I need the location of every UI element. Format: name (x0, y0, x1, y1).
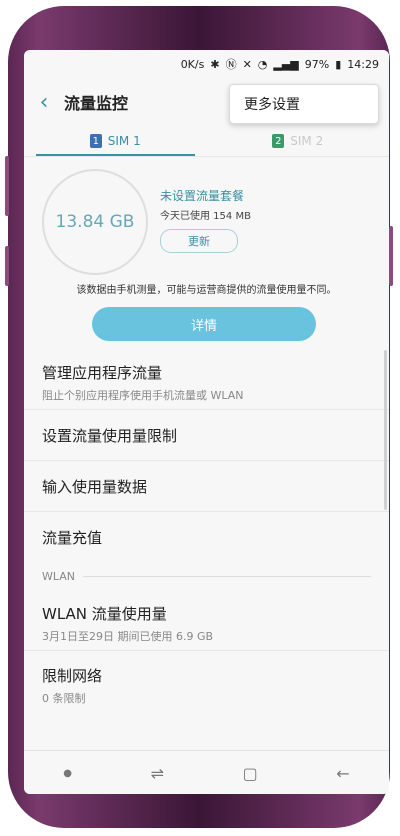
more-settings-menu-item[interactable]: 更多设置 (229, 84, 379, 124)
restrict-network-title: 限制网络 (42, 667, 103, 685)
dot-icon: ● (63, 767, 73, 779)
manage-app-data-sub: 阻止个别应用程序使用手机流量或 WLAN (42, 389, 244, 402)
power-button (389, 226, 393, 286)
nfc-icon: Ⓝ (225, 58, 237, 71)
page-title: 流量监控 (64, 94, 129, 113)
clock: 14:29 (347, 57, 379, 71)
usage-ring: 13.84 GB (42, 169, 148, 275)
wlan-section-header: WLAN (24, 563, 389, 589)
volume-button (5, 156, 9, 216)
recharge-title: 流量充值 (42, 529, 103, 547)
wifi-icon: ◔ (257, 57, 268, 71)
list-item-input-usage[interactable]: 输入使用量数据 (24, 461, 389, 512)
usage-summary: 13.84 GB 未设置流量套餐 今天已使用 154 MB 更新 该数据由手机测… (24, 157, 389, 341)
tab-sim2-label: SIM 2 (290, 134, 324, 148)
list-item-restrict-network[interactable]: 限制网络 0 条限制 (24, 651, 389, 713)
plan-status[interactable]: 未设置流量套餐 (160, 187, 244, 204)
section-divider (83, 575, 371, 577)
input-usage-title: 输入使用量数据 (42, 477, 148, 496)
sim1-badge: 1 (89, 134, 102, 148)
set-limit-title: 设置流量使用量限制 (42, 426, 178, 445)
settings-list: 管理应用程序流量 阻止个别应用程序使用手机流量或 WLAN 设置流量使用量限制 … (24, 348, 389, 713)
recent-apps-icon[interactable]: ⇌ (151, 764, 164, 783)
manage-app-data-title: 管理应用程序流量 (42, 364, 163, 382)
navigation-bar: ● ⇌ ▢ ← (24, 750, 389, 794)
restrict-network-sub: 0 条限制 (42, 692, 86, 705)
usage-value: 13.84 GB (55, 212, 135, 232)
sim2-badge: 2 (272, 134, 285, 148)
battery-icon: ▮ (335, 57, 342, 71)
wlan-usage-title: WLAN 流量使用量 (42, 605, 167, 623)
home-icon[interactable]: ▢ (243, 764, 258, 783)
mute-icon: ✕ (242, 57, 252, 71)
sim-tabs: 1 SIM 1 2 SIM 2 (24, 126, 389, 156)
net-speed: 0K/s (180, 57, 205, 71)
tab-sim1[interactable]: 1 SIM 1 (24, 126, 207, 156)
battery-percent: 97% (304, 57, 330, 71)
wlan-usage-sub: 3月1日至29日 期间已使用 6.9 GB (42, 630, 214, 643)
back-icon[interactable]: ← (336, 764, 349, 783)
status-bar: 0K/s ✱ Ⓝ ✕ ◔ ▂▄▆ 97% ▮ 14:29 (24, 50, 389, 78)
details-button[interactable]: 详情 (92, 307, 316, 341)
back-arrow-icon[interactable]: ‹ (24, 90, 64, 115)
wlan-section-label: WLAN (42, 569, 76, 583)
tab-sim2[interactable]: 2 SIM 2 (207, 126, 390, 156)
refresh-button[interactable]: 更新 (160, 229, 238, 253)
phone-frame: 0K/s ✱ Ⓝ ✕ ◔ ▂▄▆ 97% ▮ 14:29 ‹ 流量监控 更多设置… (5, 6, 393, 828)
bixby-button (5, 246, 9, 286)
list-item-wlan-usage[interactable]: WLAN 流量使用量 3月1日至29日 期间已使用 6.9 GB (24, 589, 389, 651)
list-item-recharge[interactable]: 流量充值 (24, 512, 389, 563)
list-item-manage-app-data[interactable]: 管理应用程序流量 阻止个别应用程序使用手机流量或 WLAN (24, 348, 389, 410)
screen: 0K/s ✱ Ⓝ ✕ ◔ ▂▄▆ 97% ▮ 14:29 ‹ 流量监控 更多设置… (24, 50, 389, 794)
today-usage: 今天已使用 154 MB (160, 211, 251, 222)
tab-sim1-label: SIM 1 (107, 134, 141, 148)
scrollbar[interactable] (384, 350, 387, 510)
signal-icon: ▂▄▆ (273, 57, 299, 71)
measurement-note: 该数据由手机测量，可能与运营商提供的流量使用量不同。 (76, 285, 337, 296)
list-item-set-limit[interactable]: 设置流量使用量限制 (24, 410, 389, 461)
bluetooth-icon: ✱ (210, 57, 220, 71)
